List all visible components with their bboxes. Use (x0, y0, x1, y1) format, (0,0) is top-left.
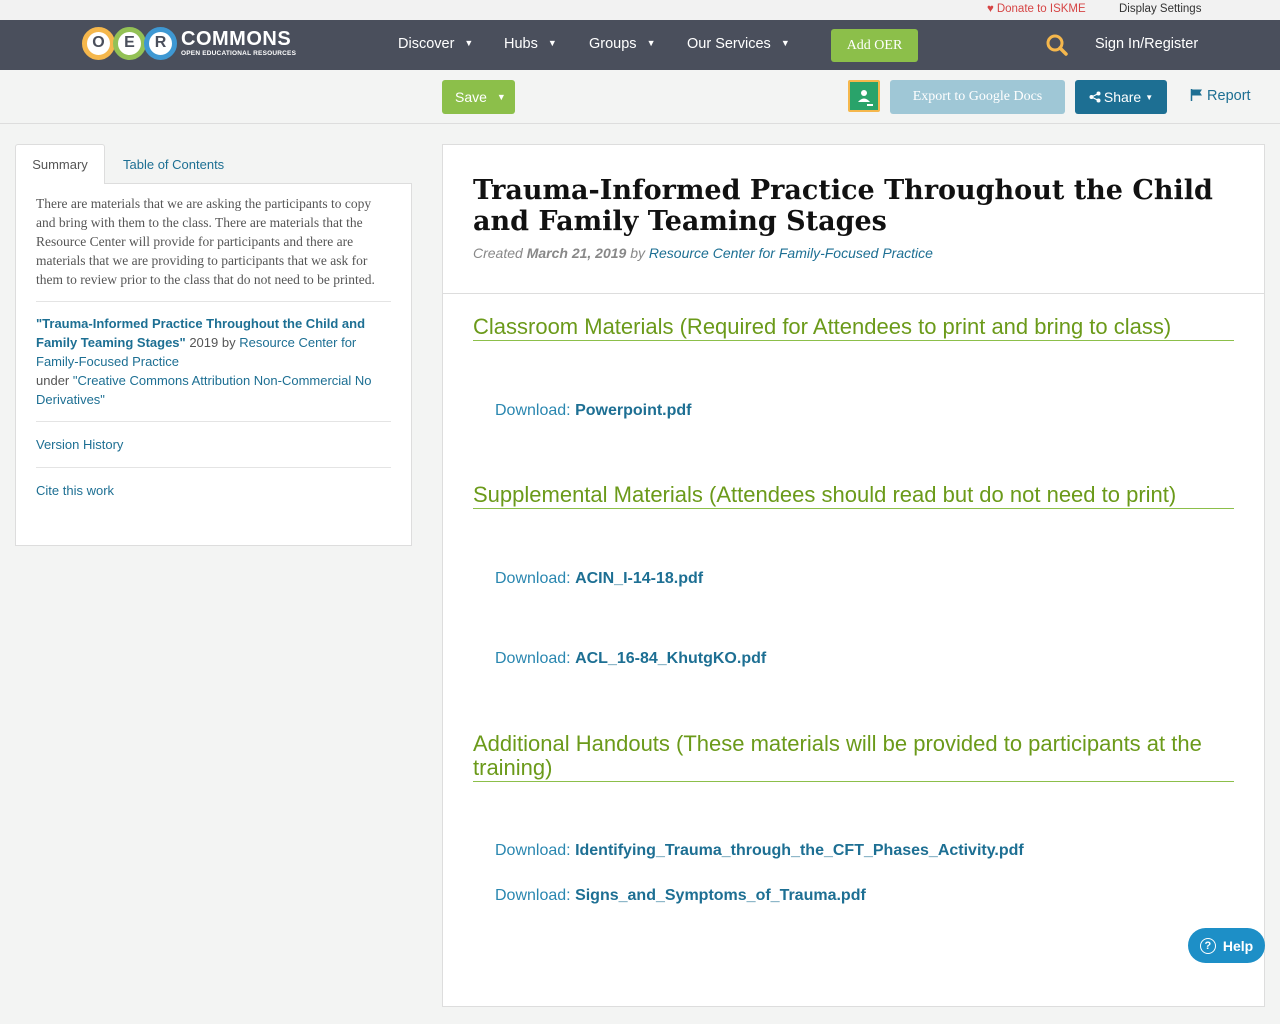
chevron-down-icon: ▼ (780, 38, 790, 48)
export-google-docs-button[interactable]: Export to Google Docs (890, 80, 1065, 114)
file-link[interactable]: ACIN_I-14-18.pdf (575, 570, 703, 587)
summary-text: There are materials that we are asking t… (36, 196, 375, 287)
heart-icon: ♥ (987, 3, 994, 15)
resource-meta: Created March 21, 2019 by Resource Cente… (473, 245, 1234, 261)
download-item: Download: Signs_and_Symptoms_of_Trauma.p… (495, 887, 866, 905)
section-heading-classroom: Classroom Materials (Required for Attend… (473, 315, 1234, 341)
file-link[interactable]: ACL_16-84_KhutgKO.pdf (575, 650, 766, 667)
nav-our-services[interactable]: Our Services ▼ (687, 36, 790, 52)
classroom-person-icon (858, 90, 873, 106)
download-item: Download: ACIN_I-14-18.pdf (495, 570, 703, 588)
sidebar-tabs: Summary Table of Contents (15, 144, 412, 184)
download-label: Download: (495, 887, 571, 904)
help-label: Help (1222, 937, 1254, 954)
save-label: Save (455, 89, 487, 105)
logo-tagline: OPEN EDUCATIONAL RESOURCES (181, 49, 297, 57)
chevron-down-icon: ▼ (547, 38, 557, 48)
divider (36, 301, 391, 302)
section-heading-additional: Additional Handouts (These materials wil… (473, 732, 1234, 782)
file-link[interactable]: Signs_and_Symptoms_of_Trauma.pdf (575, 887, 866, 904)
donate-label: Donate to ISKME (996, 3, 1086, 15)
download-label: Download: (495, 570, 571, 587)
nav-groups[interactable]: Groups ▼ (589, 36, 655, 52)
tab-summary[interactable]: Summary (15, 144, 105, 184)
download-item: Download: Powerpoint.pdf (495, 402, 692, 420)
report-label: Report (1207, 88, 1251, 104)
utility-bar: ♥ Donate to ISKME Display Settings (0, 0, 1280, 20)
file-link[interactable]: Identifying_Trauma_through_the_CFT_Phase… (575, 842, 1024, 859)
logo-word: COMMONS (181, 27, 292, 50)
share-button[interactable]: Share ▼ (1075, 80, 1167, 114)
donate-link[interactable]: ♥ Donate to ISKME (987, 3, 1086, 15)
download-label: Download: (495, 650, 571, 667)
caret-down-icon: ▼ (1145, 92, 1154, 102)
question-icon: ? (1199, 937, 1216, 954)
nav-hubs-label: Hubs (504, 36, 538, 52)
version-history-link[interactable]: Version History (36, 434, 391, 455)
resource-toolbar: Save ▼ Export to Google Docs Share ▼ Repor… (0, 70, 1280, 124)
add-oer-button[interactable]: Add OER (831, 29, 918, 62)
cite-this-work-link[interactable]: Cite this work (36, 480, 391, 501)
logo-letter-o: O (82, 26, 115, 60)
search-icon[interactable] (1046, 34, 1068, 56)
oer-commons-logo[interactable]: O E R COMMONS OPEN EDUCATIONAL RESOURCES (82, 25, 296, 61)
nav-groups-label: Groups (589, 36, 637, 52)
chevron-down-icon: ▼ (646, 38, 656, 48)
nav-hubs[interactable]: Hubs ▼ (504, 36, 557, 52)
attribution-year-by: 2019 by (185, 335, 240, 350)
created-date: March 21, 2019 (526, 245, 627, 261)
download-label: Download: (495, 842, 571, 859)
created-label: Created (473, 245, 523, 261)
download-label: Download: (495, 402, 571, 419)
attribution-under: under (36, 373, 73, 388)
license-link[interactable]: "Creative Commons Attribution Non-Commer… (36, 373, 372, 407)
resource-header: Trauma-Informed Practice Throughout the … (443, 145, 1264, 294)
author-link[interactable]: Resource Center for Family-Focused Pract… (649, 245, 933, 261)
logo-letter-r: R (144, 26, 177, 60)
report-link[interactable]: Report (1190, 88, 1251, 104)
chevron-down-icon: ▼ (464, 38, 474, 48)
display-settings-link[interactable]: Display Settings (1119, 3, 1201, 15)
caret-down-icon: ▼ (496, 92, 506, 102)
page-title: Trauma-Informed Practice Throughout the … (473, 175, 1213, 237)
resource-content: Trauma-Informed Practice Throughout the … (442, 144, 1265, 1007)
attribution: "Trauma-Informed Practice Throughout the… (36, 314, 391, 409)
download-item: Download: ACL_16-84_KhutgKO.pdf (495, 650, 766, 668)
nav-discover[interactable]: Discover ▼ (398, 36, 473, 52)
summary-panel: There are materials that we are asking t… (15, 183, 412, 546)
nav-our-services-label: Our Services (687, 36, 771, 52)
divider (36, 421, 391, 422)
nav-discover-label: Discover (398, 36, 455, 52)
help-button[interactable]: ? Help (1188, 928, 1265, 963)
divider (36, 467, 391, 468)
tab-table-of-contents[interactable]: Table of Contents (123, 144, 224, 184)
share-icon (1089, 91, 1101, 103)
google-classroom-icon[interactable] (848, 80, 880, 112)
section-heading-supplemental: Supplemental Materials (Attendees should… (473, 483, 1234, 509)
save-button[interactable]: Save ▼ (442, 80, 515, 114)
download-item: Download: Identifying_Trauma_through_the… (495, 842, 1024, 860)
flag-icon (1190, 89, 1202, 101)
main-nav: O E R COMMONS OPEN EDUCATIONAL RESOURCES… (0, 20, 1280, 70)
sign-in-register-link[interactable]: Sign In/Register (1095, 36, 1198, 52)
share-label: Share (1103, 89, 1142, 105)
by-label: by (630, 245, 646, 261)
logo-letter-e: E (113, 26, 146, 60)
file-link[interactable]: Powerpoint.pdf (575, 402, 691, 419)
